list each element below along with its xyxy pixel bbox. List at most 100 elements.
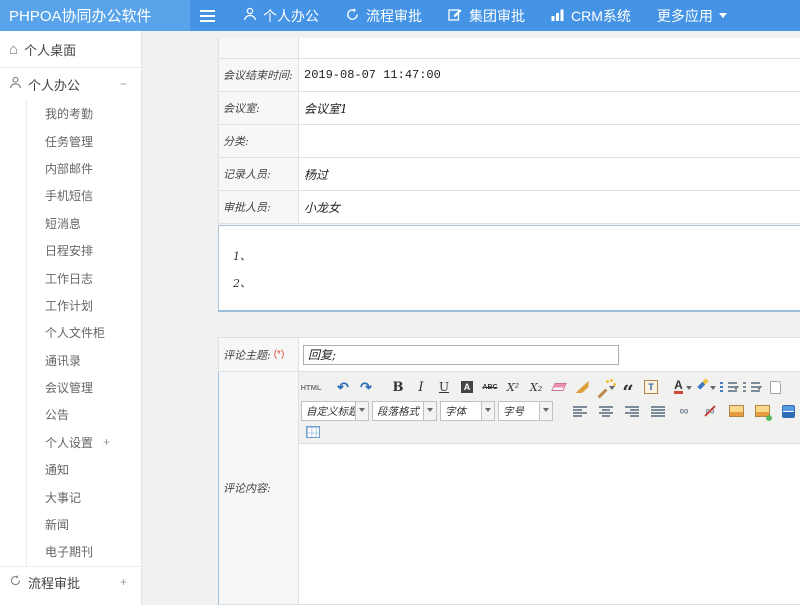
align-right-icon [625,406,639,417]
paste-as-text-button[interactable]: T [641,377,661,397]
menu-toggle-button[interactable] [200,7,215,25]
nav-item-crm[interactable]: CRM系统 [551,6,631,26]
sidebar-item-announcement[interactable]: 公告 [27,401,141,428]
user-icon [243,7,257,24]
blockquote-button[interactable]: “ [618,377,638,397]
strikethrough-button[interactable]: ABC [480,377,500,397]
insert-table-button[interactable] [301,422,321,442]
expand-indicator: + [120,575,127,589]
field-label: 会议结束时间: [219,59,299,91]
personal-office-submenu: 我的考勤 任务管理 内部邮件 手机短信 短消息 日程安排 工作日志 工作计划 个… [26,100,141,566]
font-style-button[interactable]: A [457,377,477,397]
sidebar-section-personal-office[interactable]: 个人办公 − [0,68,141,100]
sidebar-item-my-attendance[interactable]: 我的考勤 [27,100,141,127]
align-left-icon [573,406,587,417]
quick-format-button[interactable] [595,377,615,397]
collapse-indicator: − [120,77,127,91]
redo-button[interactable]: ↷ [356,377,376,397]
insert-media-button[interactable] [778,401,798,421]
nav-item-group-approval[interactable]: 集团审批 [448,6,525,26]
field-label: 分类: [219,125,299,157]
link-icon: ∞ [679,406,688,416]
format-brush-button[interactable] [572,377,592,397]
sidebar-section-process-approval[interactable]: 流程审批 + [0,566,141,598]
sidebar: ⌂ 个人桌面 个人办公 − 我的考勤 任务管理 内部邮件 手机短信 短消息 日程… [0,31,142,605]
field-label: 审批人员: [219,191,299,223]
italic-icon: I [418,380,423,395]
caret-down-icon [539,402,552,420]
edit-icon [448,7,463,24]
custom-heading-dropdown[interactable]: 自定义标题 [301,401,369,421]
align-left-button[interactable] [570,401,590,421]
sidebar-item-schedule[interactable]: 日程安排 [27,237,141,264]
image-icon [729,405,744,417]
sidebar-item-news[interactable]: 新闻 [27,511,141,538]
font-family-dropdown[interactable]: 字体 [440,401,495,421]
magic-wand-icon [595,381,606,394]
unordered-list-button[interactable] [742,377,762,397]
field-label: 记录人员: [219,158,299,190]
sidebar-item-memorabilia[interactable]: 大事记 [27,483,141,510]
table-row [219,38,800,59]
sidebar-item-contacts[interactable]: 通讯录 [27,347,141,374]
sidebar-item-desktop[interactable]: ⌂ 个人桌面 [0,31,141,68]
field-value: 2019-08-07 11:47:00 [299,59,800,91]
sidebar-item-meeting-management[interactable]: 会议管理 [27,374,141,401]
sidebar-item-work-log[interactable]: 工作日志 [27,264,141,291]
media-icon [782,405,795,418]
nav-item-more-apps[interactable]: 更多应用 [657,6,727,26]
comment-table: 评论主题: (*) 评论内容: HTML ↶ ↷ B [218,337,800,605]
toolbar-row-1: HTML ↶ ↷ B I U A ABC X² X₂ [301,375,798,399]
sidebar-item-e-journal[interactable]: 电子期刊 [27,538,141,565]
sidebar-item-task-management[interactable]: 任务管理 [27,127,141,154]
sidebar-item-internal-mail[interactable]: 内部邮件 [27,155,141,182]
remove-link-button[interactable]: ∞ [700,401,720,421]
note-line: 1、 [233,248,800,275]
new-page-button[interactable] [765,377,785,397]
align-justify-button[interactable] [648,401,668,421]
comment-content-row: 评论内容: HTML ↶ ↷ B I U A ABC X² [218,372,800,605]
source-code-button[interactable]: HTML [301,377,321,397]
sidebar-item-notice[interactable]: 通知 [27,456,141,483]
sidebar-item-personal-settings[interactable]: 个人设置 + [27,429,141,456]
subscript-button[interactable]: X₂ [526,377,546,397]
align-center-button[interactable] [596,401,616,421]
caret-down-icon [686,386,692,393]
sidebar-item-short-message[interactable]: 短消息 [27,210,141,237]
redo-icon: ↷ [360,379,372,396]
expand-indicator: + [103,435,110,449]
upload-image-button[interactable] [752,401,772,421]
bold-button[interactable]: B [388,377,408,397]
highlight-color-button[interactable] [696,377,716,397]
process-icon [345,7,360,25]
caret-down-icon [481,402,494,420]
superscript-button[interactable]: X² [503,377,523,397]
align-right-button[interactable] [622,401,642,421]
nav-item-personal-office[interactable]: 个人办公 [243,6,319,26]
remove-format-button[interactable] [549,377,569,397]
field-value [299,38,800,58]
insert-link-button[interactable]: ∞ [674,401,694,421]
italic-button[interactable]: I [411,377,431,397]
caret-down-icon [609,386,615,393]
editor-toolbar: HTML ↶ ↷ B I U A ABC X² X₂ [299,372,800,444]
undo-button[interactable]: ↶ [333,377,353,397]
underline-button[interactable]: U [434,377,454,397]
caret-down-icon [355,402,368,420]
font-color-button[interactable]: A [673,377,693,397]
insert-image-button[interactable] [726,401,746,421]
sidebar-item-mobile-sms[interactable]: 手机短信 [27,182,141,209]
sidebar-item-personal-file-cabinet[interactable]: 个人文件柜 [27,319,141,346]
table-row: 会议结束时间: 2019-08-07 11:47:00 [219,59,800,92]
alignment-group: ∞ ∞ [570,401,798,421]
caret-down-icon [423,402,436,420]
nav-item-process-approval[interactable]: 流程审批 [345,6,422,26]
quote-icon: “ [622,379,634,395]
comment-subject-input[interactable] [303,345,619,365]
sidebar-item-work-plan[interactable]: 工作计划 [27,292,141,319]
editor-content-area[interactable] [299,444,800,604]
font-size-dropdown[interactable]: 字号 [498,401,553,421]
toolbar-row-3 [301,423,798,441]
ordered-list-button[interactable] [719,377,739,397]
paragraph-format-dropdown[interactable]: 段落格式 [372,401,437,421]
